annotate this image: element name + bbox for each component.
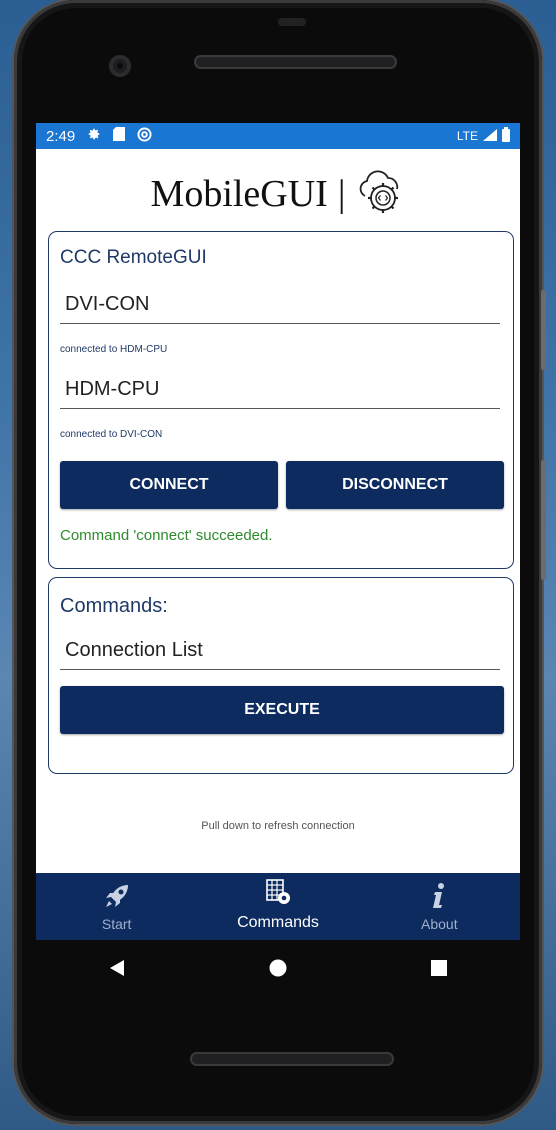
- app-logo-text: MobileGUI: [150, 173, 328, 215]
- commands-card-title: Commands:: [60, 595, 168, 617]
- home-icon[interactable]: [268, 958, 288, 983]
- info-icon: [424, 881, 454, 914]
- status-message: Command 'connect' succeeded.: [60, 527, 273, 544]
- front-camera: [109, 55, 131, 77]
- device2-field[interactable]: HDM-CPU: [60, 371, 500, 409]
- tab-start-label: Start: [101, 916, 132, 932]
- network-label: LTE: [456, 129, 478, 143]
- volume-button: [541, 290, 546, 370]
- device1-hint: connected to HDM-CPU: [60, 344, 168, 355]
- gear-icon: [87, 127, 101, 145]
- logo-separator: |: [337, 173, 346, 215]
- top-sensor: [278, 18, 306, 26]
- rocket-icon: [102, 881, 132, 914]
- back-icon[interactable]: [107, 958, 127, 983]
- bottom-tab-bar: Start Commands About: [36, 873, 520, 940]
- remote-gui-card: CCC RemoteGUI DVI-CON connected to HDM-C…: [48, 231, 514, 569]
- power-button: [541, 460, 546, 580]
- bottom-speaker-grille: [190, 1052, 394, 1066]
- command-select[interactable]: Connection List: [60, 632, 500, 670]
- table-gear-icon: [263, 877, 293, 912]
- execute-button[interactable]: EXECUTE: [60, 686, 504, 734]
- disconnect-button[interactable]: DISCONNECT: [286, 461, 504, 509]
- app-header: MobileGUI |: [36, 159, 520, 229]
- app-screen: 2:49 LTE MobileGUI | CCC RemoteGUI DVI-C…: [36, 123, 520, 940]
- commands-card: Commands: Connection List EXECUTE: [48, 577, 514, 774]
- at-sign-icon: [137, 126, 152, 146]
- pull-refresh-hint: Pull down to refresh connection: [201, 820, 355, 832]
- tab-about-label: About: [421, 916, 458, 932]
- device2-hint: connected to DVI-CON: [60, 429, 163, 440]
- tab-commands-label: Commands: [237, 914, 319, 931]
- recents-icon[interactable]: [429, 958, 449, 983]
- cloud-gear-code-icon: [355, 168, 405, 221]
- remote-card-title: CCC RemoteGUI: [60, 247, 207, 268]
- device1-field[interactable]: DVI-CON: [60, 286, 500, 324]
- signal-icon: [483, 128, 497, 144]
- sd-card-icon: [113, 127, 126, 145]
- battery-icon: [502, 127, 510, 145]
- connect-button[interactable]: CONNECT: [60, 461, 278, 509]
- status-time: 2:49: [46, 127, 76, 145]
- status-bar: 2:49 LTE: [36, 123, 520, 149]
- tab-about[interactable]: About: [359, 873, 520, 940]
- system-nav-bar: [36, 940, 520, 1000]
- top-speaker-grille: [194, 55, 397, 69]
- tab-commands[interactable]: Commands: [197, 873, 358, 940]
- tab-start[interactable]: Start: [36, 873, 197, 940]
